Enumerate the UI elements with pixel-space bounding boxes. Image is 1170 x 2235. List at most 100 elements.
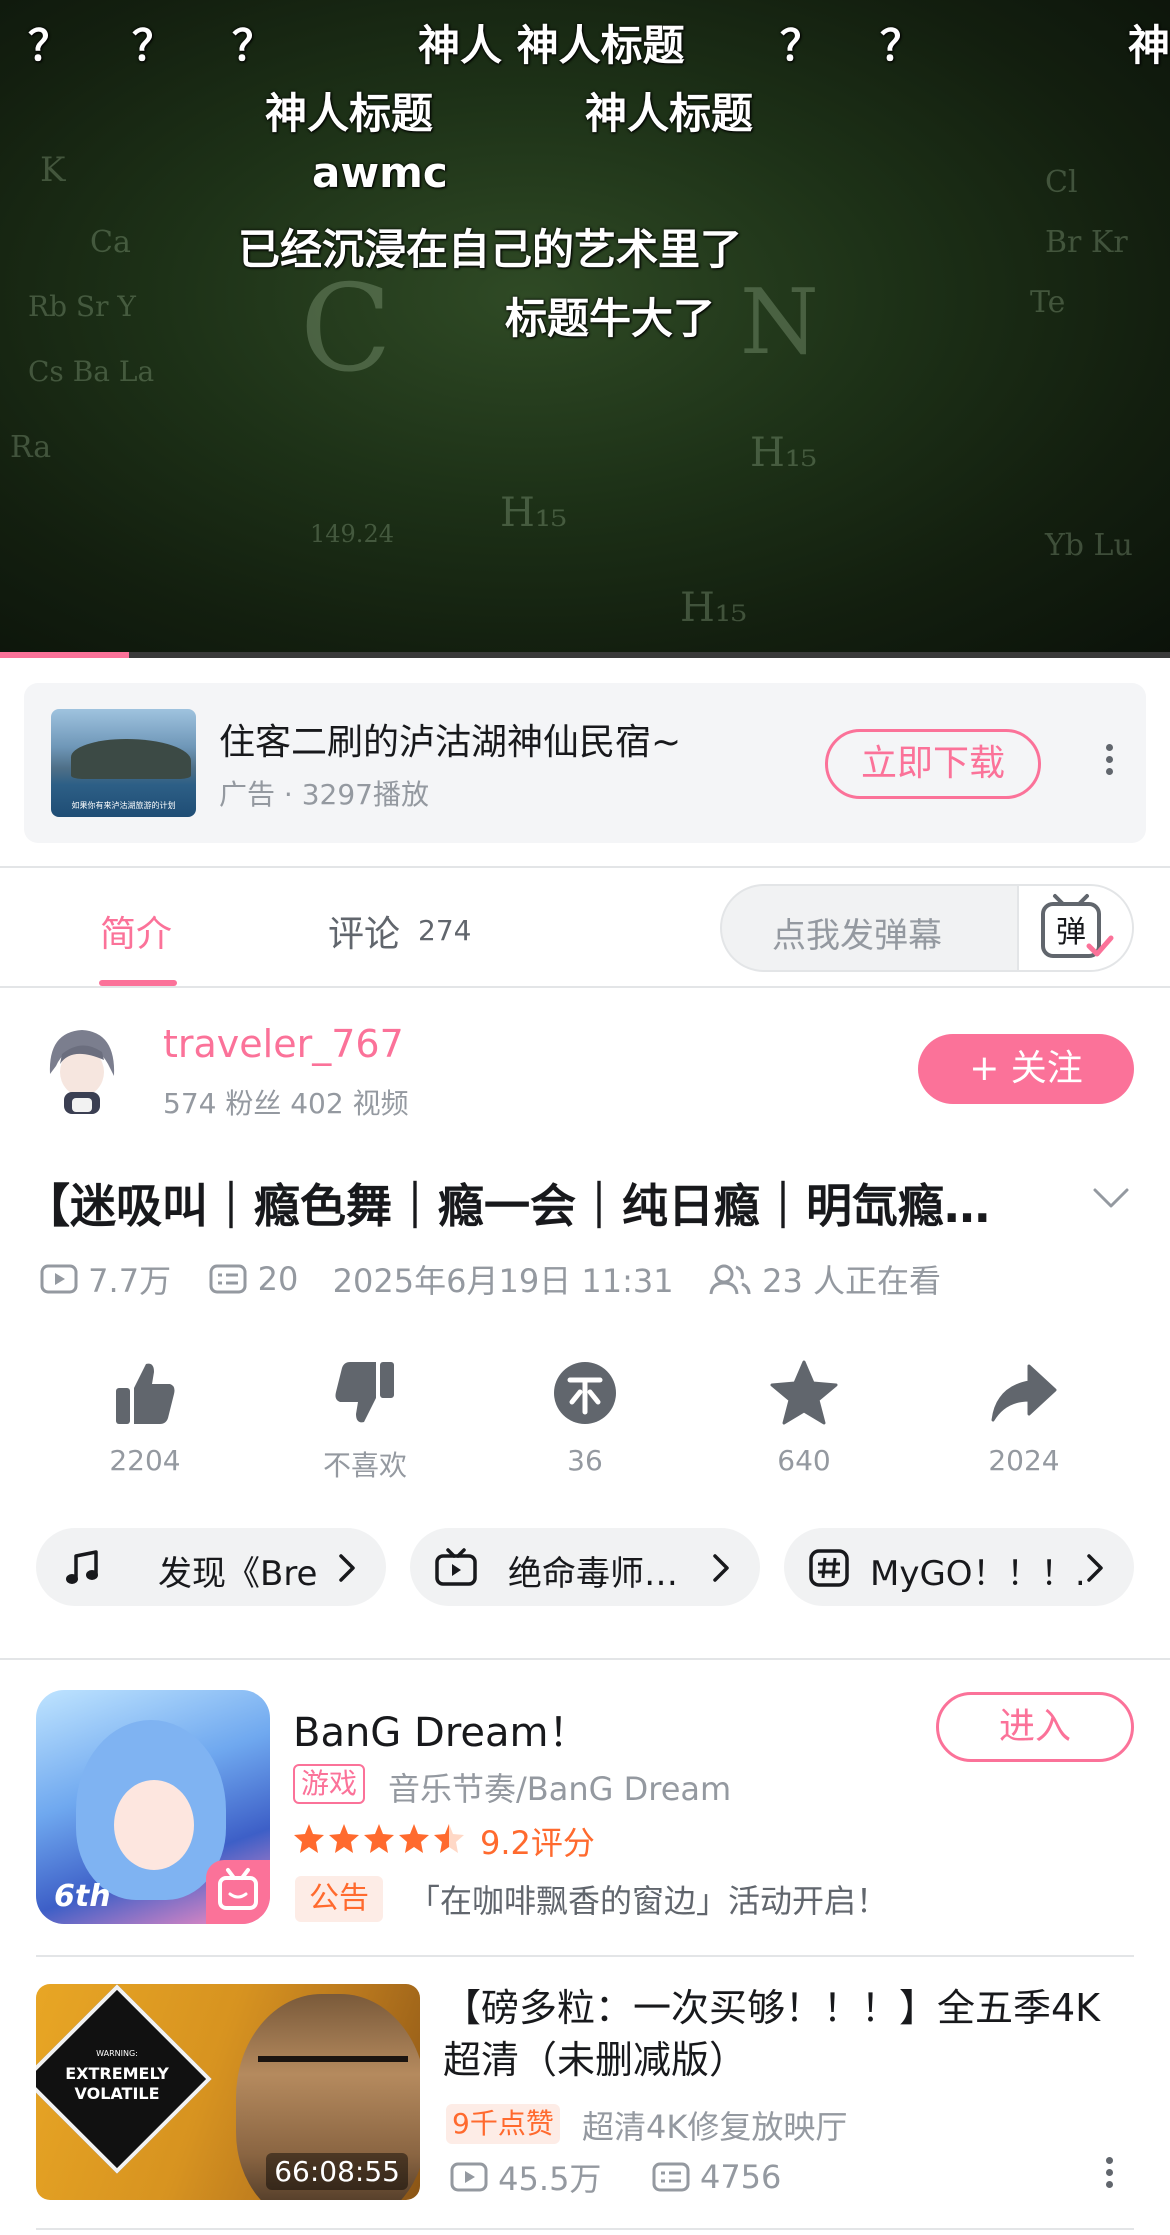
danmaku-input[interactable]: 点我发弹幕 <box>772 908 942 957</box>
video-player[interactable]: K Ca Rb Sr Y Cs Ba La Ra C N H₁₅ H₁₅ H₁₅… <box>0 0 1170 658</box>
publish-time: 2025年6月19日 11:31 <box>332 1262 674 1300</box>
game-type-tag: 游戏 <box>293 1764 366 1804</box>
danmaku-comment: 神人 神人标题 <box>418 21 685 70</box>
danmaku-comment: 已经沉浸在自己的艺术里了 <box>238 225 743 274</box>
danmaku-comment: 标题牛大了 <box>505 294 716 343</box>
svg-text:弹: 弹 <box>1056 915 1086 950</box>
video-background-symbol: N <box>740 270 819 375</box>
video-progress-bar[interactable] <box>0 652 1170 658</box>
like-count: 2204 <box>109 1444 181 1477</box>
follow-button[interactable]: + 关注 <box>918 1034 1134 1104</box>
more-options-icon[interactable] <box>1099 2152 1119 2202</box>
view-count: 7.7万 <box>88 1262 172 1300</box>
ad-title: 住客二刷的泸沽湖神仙民宿~ <box>219 722 682 763</box>
game-score: 9.2评分 <box>480 1824 595 1862</box>
recommended-view-count: 45.5万 <box>498 2160 602 2198</box>
danmaku-input-box[interactable]: 点我发弹幕 弹 <box>720 884 1134 972</box>
ad-more-icon[interactable] <box>1099 739 1119 789</box>
video-background-symbol: Yb Lu <box>1045 528 1133 563</box>
tag-chip-label: 发现《Bre <box>158 1554 318 1594</box>
favorite-count: 640 <box>777 1444 831 1477</box>
video-progress-fill <box>0 652 129 658</box>
recommended-danmaku-count: 4756 <box>699 2158 782 2196</box>
game-category: 音乐节奏/BanG Dream <box>388 1770 732 1808</box>
recommended-video-thumbnail[interactable]: WARNING: EXTREMELY VOLATILE 66:08:55 <box>36 1984 420 2200</box>
danmaku-count-icon <box>209 1264 247 1294</box>
tab-comments[interactable]: 评论 <box>328 905 400 957</box>
game-enter-button[interactable]: 进入 <box>936 1692 1134 1762</box>
video-stats-row: 7.7万 20 2025年6月19日 11:31 23 人正在看 <box>40 1256 941 1300</box>
thumbnail-warning-text: WARNING: EXTREMELY VOLATILE <box>65 2049 169 2103</box>
video-background-symbol: H₁₅ <box>750 430 817 476</box>
rating-star-icon <box>364 1824 394 1853</box>
danmaku-comment: ？ <box>232 21 275 70</box>
share-arrow-icon <box>991 1364 1057 1422</box>
share-count: 2024 <box>988 1444 1060 1477</box>
divider <box>36 2228 1134 2230</box>
game-name[interactable]: BanG Dream！ <box>293 1700 588 1758</box>
share-button[interactable]: 2024 <box>954 1358 1094 1477</box>
game-icon[interactable]: 6th <box>36 1690 270 1924</box>
uploader-avatar[interactable] <box>42 1024 122 1114</box>
rating-star-icon <box>434 1824 464 1853</box>
recommended-video-title[interactable]: 【磅多粒：一次买够！！！】全五季4K超清（未删减版） <box>443 1982 1103 2086</box>
notice-tag: 公告 <box>295 1876 383 1922</box>
ad-meta: 广告 · 3297播放 <box>219 778 429 811</box>
rating-star-icon <box>399 1824 429 1853</box>
tag-chip-label: MyGO！！！… <box>870 1554 1082 1594</box>
ad-download-button[interactable]: 立即下载 <box>825 729 1041 799</box>
tag-chip-topic[interactable]: MyGO！！！… <box>784 1528 1134 1606</box>
thumbs-down-icon <box>335 1362 394 1423</box>
divider <box>0 986 1170 988</box>
ad-thumbnail-caption: 如果你有来泸沽湖旅游的计划 <box>71 801 176 810</box>
uploader-stats: 574 粉丝 402 视频 <box>163 1087 409 1120</box>
recommended-video-stats: 45.5万 4756 <box>450 2154 781 2200</box>
video-background-symbol: 149.24 <box>310 520 394 548</box>
danmaku-toggle-button[interactable]: 弹 <box>1017 886 1132 970</box>
dislike-button[interactable]: 不喜欢 <box>295 1358 435 1484</box>
chevron-down-icon[interactable] <box>1092 1186 1130 1210</box>
favorite-button[interactable]: 640 <box>734 1358 874 1477</box>
tag-chip-show[interactable]: 绝命毒师… <box>410 1528 760 1606</box>
video-title[interactable]: 【迷吸叫｜瘾色舞｜瘾一会｜纯日瘾｜明氙瘾… <box>24 1170 1024 1236</box>
thumbs-up-icon <box>116 1363 175 1424</box>
play-count-icon <box>40 1264 78 1294</box>
video-background-symbol: Rb Sr Y <box>28 290 136 323</box>
recommended-video-source[interactable]: 超清4K修复放映厅 <box>582 2102 847 2148</box>
danmaku-comment: 神 <box>1128 21 1170 70</box>
tag-chip-label: 绝命毒师… <box>508 1554 678 1594</box>
danmaku-comment: 神人标题 <box>265 89 434 138</box>
video-background-symbol: Cl <box>1045 165 1078 200</box>
divider <box>36 1955 1134 1957</box>
tab-comments-count: 274 <box>418 914 472 947</box>
coin-button[interactable]: 36 <box>515 1358 655 1477</box>
chevron-right-icon <box>1087 1554 1103 1582</box>
video-background-symbol: H₁₅ <box>680 585 747 631</box>
video-background-symbol: Ra <box>10 430 52 465</box>
tag-chip-music[interactable]: 发现《Bre <box>36 1528 386 1606</box>
game-notice[interactable]: 「在咖啡飘香的窗边」活动开启！ <box>408 1876 888 1922</box>
video-background-symbol: Ca <box>90 225 131 260</box>
coin-icon <box>554 1362 616 1424</box>
danmaku-comment: ？ <box>28 21 71 70</box>
uploader-name[interactable]: traveler_767 <box>163 1022 404 1066</box>
coin-count: 36 <box>567 1444 603 1477</box>
danmaku-comment: ？ <box>780 21 823 70</box>
ad-card[interactable]: 如果你有来泸沽湖旅游的计划 住客二刷的泸沽湖神仙民宿~ 广告 · 3297播放 … <box>24 683 1146 843</box>
tv-icon <box>435 1548 477 1586</box>
danmaku-count: 20 <box>257 1260 299 1298</box>
divider <box>0 866 1170 868</box>
video-background-symbol: K <box>40 150 66 190</box>
video-background-symbol: Te <box>1030 285 1066 320</box>
divider <box>0 1658 1170 1660</box>
like-button[interactable]: 2204 <box>75 1358 215 1477</box>
danmaku-count-icon <box>652 2162 690 2192</box>
rating-star-icon <box>329 1824 359 1853</box>
tab-intro[interactable]: 简介 <box>100 905 172 957</box>
watching-count: 23 人正在看 <box>762 1262 941 1300</box>
ad-thumbnail: 如果你有来泸沽湖旅游的计划 <box>51 709 196 817</box>
star-icon <box>770 1360 838 1425</box>
hashtag-icon <box>809 1549 849 1587</box>
chevron-right-icon <box>713 1554 729 1582</box>
chevron-right-icon <box>339 1554 355 1582</box>
